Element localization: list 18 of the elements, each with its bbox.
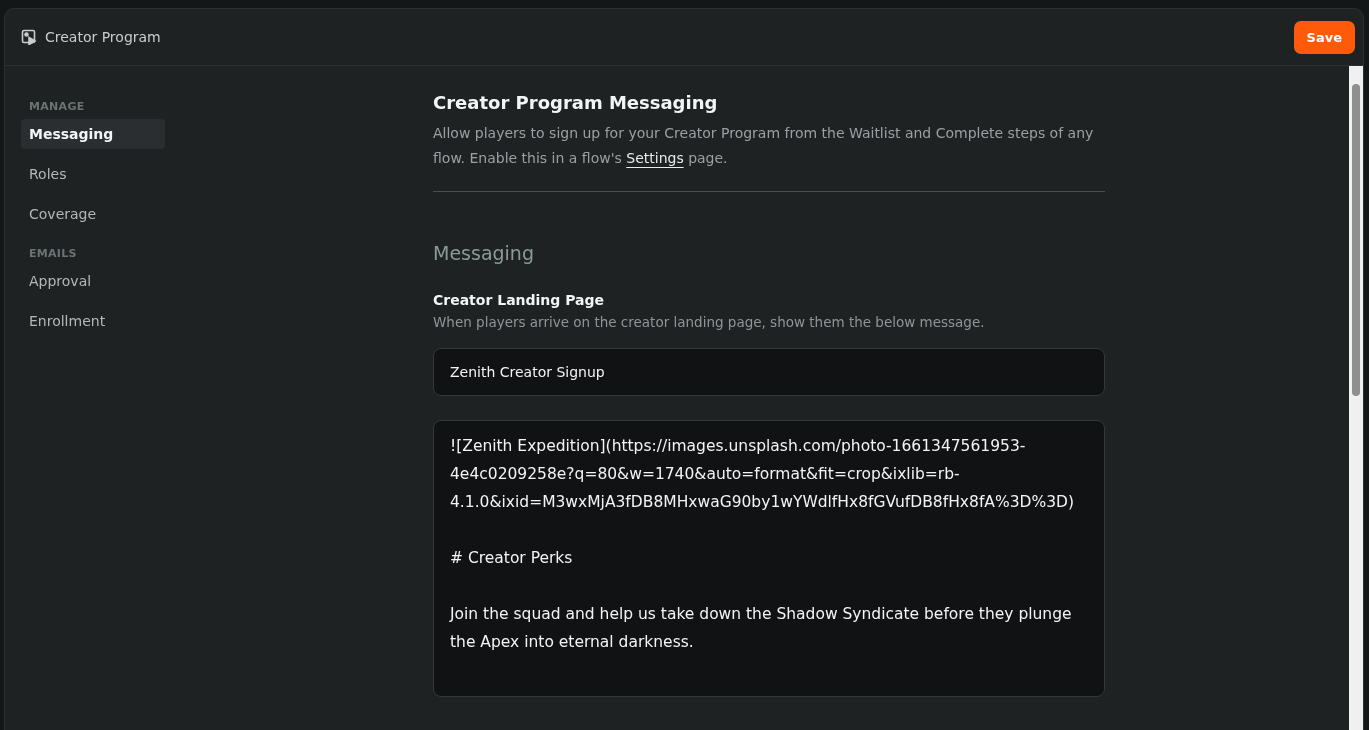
message-field[interactable]: ![Zenith Expedition](https://images.unsplash.com/photo-1661347561953-4e4c0209258e?q=80&w=1740&auto=format&fit=crop&ixlib=rb-4.1.0&ixid=M3wxMjA3fDB8MHxwaG90by1wYWdlfHx8fGVufDB8fHx8fA%3D%3D) # Creator Perks Join the squad and help us take down the Shadow Syndicate before they plunge the Apex into eternal darkness. bbox=[433, 420, 1105, 697]
sidebar-item[interactable]: Approval bbox=[21, 266, 165, 296]
sidebar-item[interactable]: Roles bbox=[21, 159, 165, 189]
sidebar-item[interactable]: Enrollment bbox=[21, 306, 165, 336]
settings-link[interactable]: Settings bbox=[626, 150, 684, 166]
title-field[interactable]: Zenith Creator Signup bbox=[433, 348, 1105, 396]
window-title: Creator Program bbox=[45, 29, 161, 45]
scrollbar[interactable] bbox=[1349, 66, 1363, 730]
field-hint: When players arrive on the creator landing page, show them the below message. bbox=[433, 314, 986, 330]
page-title: Creator Program Messaging bbox=[433, 92, 719, 113]
sidebar-heading: MANAGE bbox=[28, 99, 86, 115]
section-title: Messaging bbox=[433, 242, 535, 264]
sidebar-heading: EMAILS bbox=[28, 246, 78, 262]
page-description: Allow players to sign up for your Creator Program from the Waitlist and Complete steps of any flow. Enable this in a flow's Settings page. bbox=[433, 121, 1105, 192]
sidebar-item[interactable]: Messaging bbox=[21, 119, 165, 149]
field-label: Creator Landing Page bbox=[433, 292, 606, 308]
sidebar-item[interactable]: Coverage bbox=[21, 199, 165, 229]
image-play-icon bbox=[21, 29, 37, 45]
